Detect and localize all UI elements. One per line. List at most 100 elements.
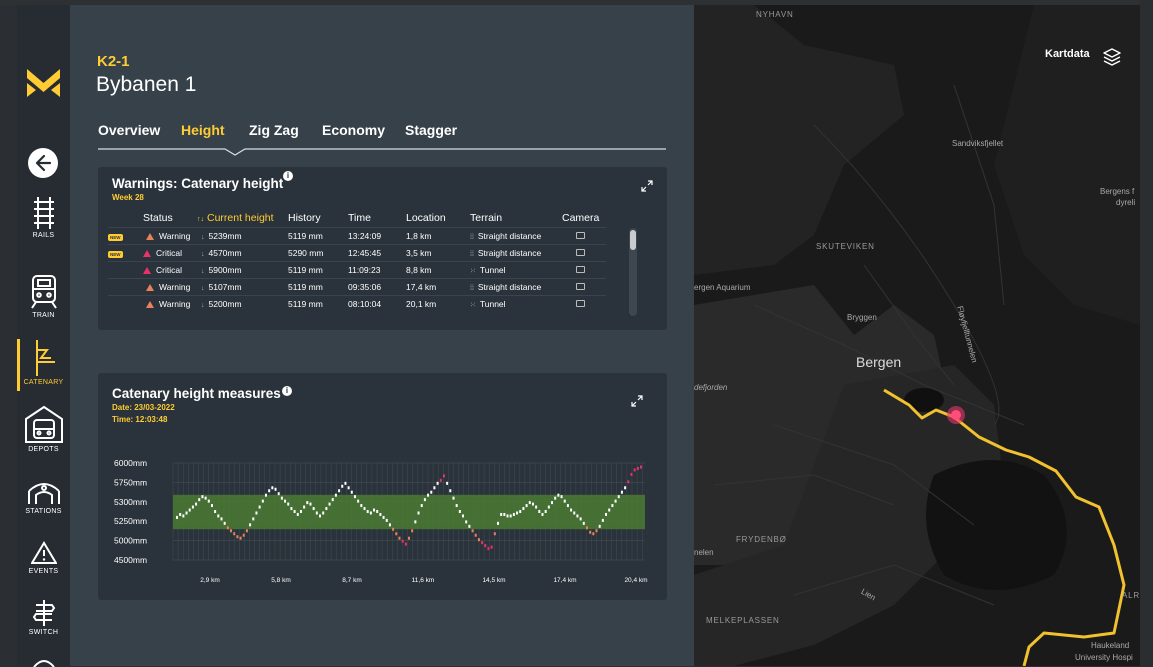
column-header-camera[interactable]: Camera bbox=[562, 211, 606, 228]
data-point bbox=[176, 515, 178, 519]
data-point bbox=[255, 511, 258, 515]
data-point bbox=[398, 536, 401, 540]
table-row[interactable]: Warning ↓ 5200mm 5119 mm 08:10:04 20,1 km ⁙ Tun… bbox=[108, 295, 606, 312]
camera-cell bbox=[562, 261, 606, 279]
data-point bbox=[385, 518, 388, 522]
column-header-time[interactable]: Time bbox=[348, 211, 406, 228]
terrain-text: Tunnel bbox=[479, 299, 506, 309]
table-row[interactable]: Critical ↓ 5900mm 5119 mm 11:09:23 8,8 km ⁙ Tun… bbox=[108, 261, 606, 279]
tab-stagger[interactable]: Stagger bbox=[405, 122, 457, 138]
tab-overview[interactable]: Overview bbox=[98, 122, 160, 138]
history-cell: 5119 mm bbox=[288, 295, 348, 312]
data-point bbox=[427, 493, 430, 497]
measures-card: Catenary height measures i Date: 23/03-2… bbox=[98, 373, 667, 600]
map-place-label: ALR bbox=[1122, 591, 1140, 600]
scroll-thumb[interactable] bbox=[630, 230, 636, 250]
sidebar-item-switch[interactable]: SWITCH bbox=[17, 600, 70, 636]
sidebar-item-catenary[interactable]: CATENARY bbox=[17, 340, 70, 386]
map[interactable]: NYHAVN Sandviksfjellet Bergens f dyreli … bbox=[694, 5, 1140, 666]
data-point bbox=[496, 521, 499, 525]
sidebar-item-events[interactable]: EVENTS bbox=[17, 541, 70, 575]
back-button[interactable] bbox=[28, 148, 58, 178]
column-header-history[interactable]: History bbox=[288, 211, 348, 228]
data-point bbox=[252, 517, 255, 521]
status-cell: Critical bbox=[143, 261, 197, 279]
table-row[interactable]: NEW Critical ↓ 4570mm 5290 mm 12:45:45 3,5 km ⁞… bbox=[108, 244, 606, 262]
info-icon[interactable]: i bbox=[283, 171, 293, 181]
measures-title: Catenary height measures bbox=[112, 386, 281, 401]
camera-icon[interactable] bbox=[576, 249, 585, 256]
column-header-location[interactable]: Location bbox=[406, 211, 470, 228]
height-value: 5200mm bbox=[208, 299, 242, 309]
data-point bbox=[214, 510, 217, 513]
data-point bbox=[512, 512, 515, 516]
data-point bbox=[605, 512, 608, 516]
data-point bbox=[315, 511, 318, 515]
data-point bbox=[566, 504, 569, 508]
data-point bbox=[620, 490, 623, 494]
table-row[interactable]: NEW Warning ↓ 5239mm 5119 mm 13:24:09 1,8 km ⁞⁞… bbox=[108, 227, 606, 245]
table-row[interactable]: Warning ↓ 5107mm 5119 mm 09:35:06 17,4 km ⁞⁞ St… bbox=[108, 278, 606, 296]
y-tick-label: 5250mm bbox=[114, 516, 147, 526]
sidebar-item-rails[interactable]: RAILS bbox=[17, 197, 70, 239]
rails-icon bbox=[33, 197, 54, 229]
data-point bbox=[207, 499, 210, 503]
scrollbar[interactable] bbox=[629, 228, 637, 316]
warning-icon bbox=[146, 301, 154, 308]
data-point bbox=[395, 532, 398, 536]
camera-icon[interactable] bbox=[576, 283, 585, 290]
terrain-text: Straight distance bbox=[477, 248, 542, 258]
data-point bbox=[347, 486, 350, 490]
tab-height[interactable]: Height bbox=[181, 122, 225, 138]
terrain-cell: ⁞⁞ Straight distance bbox=[470, 278, 562, 296]
camera-icon[interactable] bbox=[576, 266, 585, 273]
data-point bbox=[373, 508, 376, 512]
data-point bbox=[239, 536, 242, 540]
x-tick-label: 14,5 km bbox=[482, 577, 505, 584]
critical-icon bbox=[143, 250, 151, 257]
data-point bbox=[287, 502, 290, 506]
sidebar-item-stations[interactable]: STATIONS bbox=[17, 479, 70, 515]
tab-zig-zag[interactable]: Zig Zag bbox=[249, 122, 299, 138]
height-cell: ↓ 5900mm bbox=[197, 261, 288, 279]
camera-icon[interactable] bbox=[576, 232, 585, 239]
map-place-label: dyreli bbox=[1116, 198, 1136, 207]
measures-time: Time: 12:03:48 bbox=[112, 415, 168, 424]
column-header-terrain[interactable]: Terrain bbox=[470, 211, 562, 228]
status-cell: Warning bbox=[143, 278, 197, 296]
tunnel-icon: ⁙ bbox=[470, 302, 476, 309]
map-canvas[interactable] bbox=[694, 5, 1140, 666]
logo-icon[interactable] bbox=[27, 65, 60, 99]
expand-icon[interactable] bbox=[640, 179, 654, 193]
straight-icon: ⁞⁞ bbox=[470, 285, 474, 292]
sort-icon: ↑↓ bbox=[197, 216, 204, 223]
sidebar: RAILS TRAIN CATENARY DEPOTS STATIONS EVE… bbox=[17, 5, 70, 667]
x-tick-label: 5,8 km bbox=[271, 577, 291, 584]
warnings-card: Warnings: Catenary height i Week 28 Stat… bbox=[98, 167, 667, 330]
data-point bbox=[458, 510, 461, 513]
data-point bbox=[563, 499, 566, 503]
data-point bbox=[455, 504, 458, 508]
tab-economy[interactable]: Economy bbox=[322, 122, 385, 138]
new-badge-cell: NEW bbox=[108, 244, 143, 262]
data-point bbox=[325, 507, 328, 511]
height-value: 5900mm bbox=[208, 265, 242, 275]
layers-icon[interactable] bbox=[1102, 47, 1122, 67]
camera-icon[interactable] bbox=[576, 300, 585, 307]
sidebar-item-depots[interactable]: DEPOTS bbox=[17, 405, 70, 453]
map-place-label: nelen bbox=[694, 548, 714, 557]
data-point bbox=[204, 496, 207, 500]
column-header-current-height[interactable]: ↑↓ Current height bbox=[197, 211, 288, 228]
warnings-title: Warnings: Catenary height bbox=[112, 176, 284, 191]
info-icon[interactable]: i bbox=[282, 386, 292, 396]
data-point bbox=[334, 493, 337, 497]
column-header-status[interactable]: Status bbox=[143, 211, 197, 228]
data-point bbox=[554, 496, 557, 500]
map-layer-label[interactable]: Kartdata bbox=[1045, 48, 1090, 60]
status-text: Critical bbox=[156, 248, 182, 258]
expand-icon[interactable] bbox=[630, 394, 644, 408]
sidebar-item-train[interactable]: TRAIN bbox=[17, 275, 70, 319]
data-point bbox=[233, 532, 236, 536]
data-point bbox=[274, 487, 277, 491]
sidebar-item-label: EVENTS bbox=[28, 568, 59, 575]
